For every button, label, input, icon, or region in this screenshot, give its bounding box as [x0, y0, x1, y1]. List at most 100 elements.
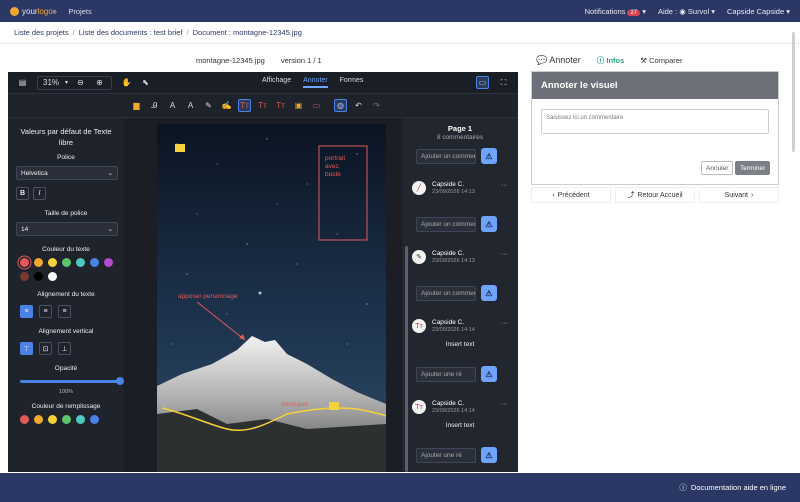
redo-icon[interactable]: ↷ [370, 99, 383, 112]
align-right-button[interactable]: ≡ [58, 305, 71, 318]
text-strike-icon[interactable]: Tт [256, 99, 269, 112]
sticky-note-icon[interactable] [175, 144, 185, 152]
palette-icon[interactable]: ◍ [334, 99, 347, 112]
text-medium-icon[interactable]: A [166, 99, 179, 112]
italic-button[interactable]: I [33, 187, 46, 200]
undo-icon[interactable]: ↶ [352, 99, 365, 112]
valign-middle-button[interactable]: ⊡ [39, 342, 52, 355]
comment-item[interactable]: ✎ Capside C. 23/09/2026 14:13 [412, 250, 475, 264]
reply-input[interactable]: Ajouter un commentaire [416, 285, 476, 301]
valign-bottom-button[interactable]: ⊥ [58, 342, 71, 355]
document-icon[interactable]: ▤ [16, 76, 29, 89]
align-left-button[interactable]: ≡ [20, 305, 33, 318]
tab-annoter[interactable]: Annoter [303, 77, 328, 88]
breadcrumb-documents[interactable]: Liste des documents : test brief [79, 28, 183, 37]
comment-menu-icon[interactable]: ··· [501, 320, 508, 327]
page-scrollbar-thumb[interactable] [791, 32, 795, 152]
align-center-button[interactable]: ≡ [39, 305, 52, 318]
color-swatch[interactable] [34, 415, 43, 424]
tab-comparer[interactable]: ⚒ Comparer [640, 56, 682, 65]
tab-formes[interactable]: Formes [340, 77, 364, 88]
color-swatch[interactable] [48, 415, 57, 424]
tab-infos[interactable]: ⓘ Infos [597, 55, 625, 66]
fullscreen-icon[interactable]: ⛶ [497, 76, 510, 89]
color-swatch[interactable] [20, 415, 29, 424]
send-reply-button[interactable]: ⚠ [481, 285, 497, 301]
comment-menu-icon[interactable]: ··· [501, 251, 508, 258]
color-swatch[interactable] [62, 415, 71, 424]
valign-top-button[interactable]: ⊤ [20, 342, 33, 355]
reply-input[interactable]: Ajouter une ré [416, 366, 476, 382]
alert-icon: ⚠ [485, 369, 493, 379]
annotation-personnage[interactable]: apposer personnage [178, 293, 238, 300]
previous-button[interactable]: ‹ Précédent [531, 187, 611, 203]
reply-input[interactable]: Ajouter une ré [416, 447, 476, 463]
send-reply-button[interactable]: ⚠ [481, 366, 497, 382]
color-swatch[interactable] [48, 258, 57, 267]
color-swatch[interactable] [76, 258, 85, 267]
tab-annoter-side[interactable]: 💬 Annoter [536, 55, 581, 66]
comment-menu-icon[interactable]: ··· [501, 182, 508, 189]
send-reply-button[interactable]: ⚠ [481, 216, 497, 232]
online-help-link[interactable]: Documentation aide en ligne [691, 483, 786, 492]
bold-button[interactable]: B [16, 187, 29, 200]
sticky-note-icon[interactable] [329, 402, 339, 410]
annotation-portrait-line2[interactable]: avec [325, 163, 339, 170]
pen-icon[interactable]: ✎ [202, 99, 215, 112]
color-swatch[interactable] [48, 272, 57, 281]
comment-textarea[interactable]: Saisissez ici un commentaire [541, 109, 769, 134]
breadcrumb-projects[interactable]: Liste des projets [14, 28, 69, 37]
send-reply-button[interactable]: ⚠ [481, 148, 497, 164]
font-size-select[interactable]: 14 ⌄ [16, 222, 118, 236]
color-swatch[interactable] [34, 272, 43, 281]
color-swatch[interactable] [20, 272, 29, 281]
annotation-portrait-line3[interactable]: buste [325, 171, 341, 178]
comment-menu-icon[interactable]: ··· [501, 401, 508, 408]
opacity-slider-handle[interactable] [116, 377, 124, 385]
help-menu[interactable]: Aide : ◉ Survol ▾ [658, 7, 715, 16]
free-text-icon[interactable]: Tт [238, 99, 251, 112]
send-reply-button[interactable]: ⚠ [481, 447, 497, 463]
comment-icon[interactable]: ▣ [292, 99, 305, 112]
text-small-icon[interactable]: Ꭿ [148, 99, 161, 112]
pan-hand-icon[interactable]: ✋ [120, 76, 133, 89]
zoom-in-icon[interactable]: ⊕ [93, 76, 106, 89]
comment-author: Capside C. [432, 319, 465, 326]
color-swatch[interactable] [34, 258, 43, 267]
text-replace-icon[interactable]: Tт [274, 99, 287, 112]
highlight-icon[interactable]: ▆ [130, 99, 143, 112]
color-swatch[interactable] [20, 258, 29, 267]
select-pointer-icon[interactable]: ⬉ [139, 76, 152, 89]
next-button[interactable]: Suivant › [699, 187, 779, 203]
nav-projects-link[interactable]: Projets [68, 7, 91, 16]
annotation-portrait-line1[interactable]: portrait [325, 155, 345, 162]
cancel-button[interactable]: Annuler [701, 161, 734, 175]
finish-button[interactable]: Terminer [735, 161, 771, 175]
reply-input[interactable]: Ajouter un commentaire [416, 148, 476, 164]
comment-item[interactable]: Tт Capside C. 23/09/2026 14:14 [412, 319, 475, 333]
color-swatch[interactable] [90, 258, 99, 267]
signature-icon[interactable]: ✍ [220, 99, 233, 112]
font-select[interactable]: Helvetica ⌄ [16, 166, 118, 180]
home-button[interactable]: ⤴ Retour Accueil [615, 187, 695, 203]
reply-input[interactable]: Ajouter un commentaire [416, 216, 476, 232]
comments-toggle-icon[interactable]: ▭ [476, 76, 489, 89]
user-menu[interactable]: Capside Capside ▾ [727, 7, 790, 16]
zoom-out-icon[interactable]: ⊖ [74, 76, 87, 89]
tab-affichage[interactable]: Affichage [262, 77, 291, 88]
comment-item[interactable]: Tт Capside C. 23/09/2026 14:14 [412, 400, 475, 414]
color-swatch[interactable] [62, 258, 71, 267]
zoom-value[interactable]: 31% [43, 78, 59, 87]
redact-icon[interactable]: ▭ [310, 99, 323, 112]
notifications-menu[interactable]: Notifications 27 ▾ [585, 7, 646, 16]
color-swatch[interactable] [104, 258, 113, 267]
page-scrollbar[interactable] [790, 26, 796, 466]
color-swatch[interactable] [76, 415, 85, 424]
logo[interactable]: yourlogo® [10, 6, 56, 16]
comment-item[interactable]: ╱ Capside C. 23/09/2026 14:13 [412, 181, 475, 195]
comments-scrollbar[interactable] [405, 246, 408, 472]
annotation-decouper[interactable]: découper [281, 401, 309, 408]
text-large-icon[interactable]: A [184, 99, 197, 112]
opacity-slider[interactable] [20, 377, 124, 385]
color-swatch[interactable] [90, 415, 99, 424]
